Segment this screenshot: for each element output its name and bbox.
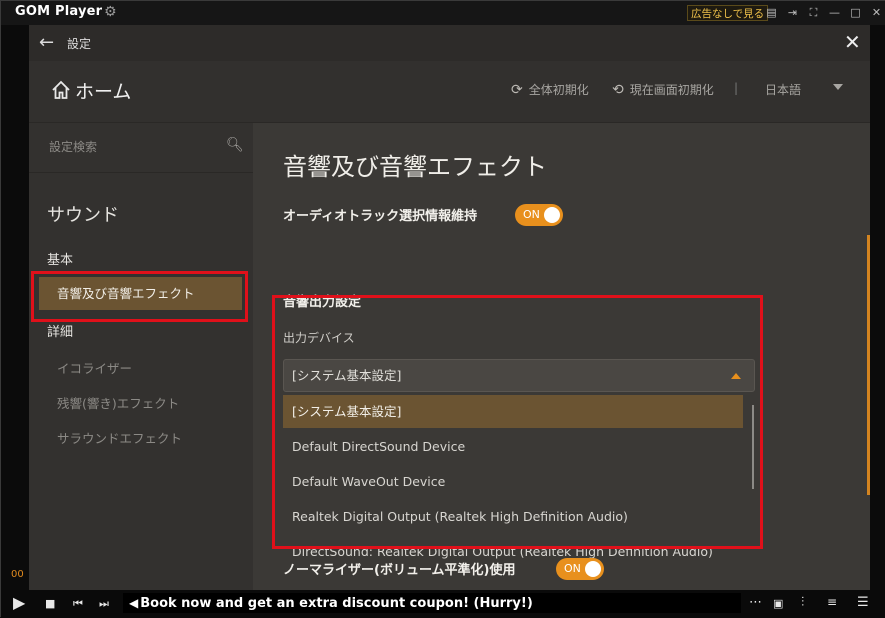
- reset-current-button[interactable]: ⟲ 現在画面初期化: [612, 81, 714, 98]
- back-arrow-icon[interactable]: ←: [39, 32, 54, 53]
- subtitle-icon[interactable]: ▣: [773, 597, 783, 610]
- sidebar-item-surround[interactable]: サラウンドエフェクト: [57, 428, 182, 447]
- page-title: 音響及び音響エフェクト: [283, 153, 547, 181]
- settings-close-icon[interactable]: ✕: [844, 30, 861, 54]
- sidebar-group-detail: 詳細: [47, 325, 74, 340]
- normalizer-toggle[interactable]: ON: [556, 558, 604, 580]
- video-area-right: [870, 25, 885, 591]
- player-titlebar: GOM Player ⚙ 広告なしで見る ▤ ⇥ ⛶ — □ ✕: [1, 1, 885, 25]
- menu-icon[interactable]: ☰: [857, 595, 869, 610]
- ticker-banner[interactable]: ◀ Book now and get an extra discount coup…: [123, 593, 741, 613]
- gear-icon[interactable]: ⚙: [104, 4, 117, 20]
- video-area-left: [1, 25, 29, 591]
- home-label[interactable]: ホーム: [75, 77, 131, 104]
- mini-mode-icon[interactable]: ▤: [761, 5, 782, 21]
- search-bar: 🔍︎: [29, 123, 253, 173]
- content-scrollbar[interactable]: [867, 235, 870, 495]
- next-icon[interactable]: ⏭: [99, 597, 109, 611]
- previous-icon[interactable]: ⏮: [73, 597, 83, 611]
- time-readout: 00: [11, 569, 24, 580]
- highlight-box-device: [272, 295, 763, 549]
- play-icon[interactable]: ▶: [13, 593, 25, 612]
- refresh-icon: ⟲: [612, 82, 624, 98]
- speaker-icon: ◀: [129, 596, 139, 610]
- settings-sidebar: 🔍︎ サウンド 基本 音響及び音響エフェクト 詳細 イコライザー 残響(響き)エ…: [29, 123, 253, 590]
- toggle-knob: [585, 561, 601, 577]
- player-logo: GOM Player: [15, 4, 103, 19]
- header-divider: |: [734, 81, 739, 95]
- toggle-knob: [544, 207, 560, 223]
- playlist-icon[interactable]: ≡: [827, 595, 837, 609]
- fullscreen-icon[interactable]: ⛶: [803, 5, 824, 21]
- search-icon[interactable]: 🔍︎: [226, 137, 244, 153]
- search-input[interactable]: [47, 137, 217, 157]
- chevron-down-icon[interactable]: [833, 84, 843, 90]
- refresh-icon: ⟳: [511, 82, 523, 98]
- normalizer-label: ノーマライザー(ボリューム平準化)使用: [283, 563, 516, 578]
- sidebar-item-equalizer[interactable]: イコライザー: [57, 358, 132, 377]
- toggle-text: ON: [564, 562, 581, 575]
- home-icon[interactable]: [50, 79, 72, 101]
- ad-free-button[interactable]: 広告なしで見る: [687, 5, 769, 21]
- sidebar-item-reverb[interactable]: 残響(響き)エフェクト: [57, 393, 179, 412]
- sidebar-group-basic: 基本: [47, 253, 74, 268]
- language-select[interactable]: 日本語: [765, 81, 801, 98]
- reset-all-button[interactable]: ⟳ 全体初期化: [511, 81, 589, 98]
- toggle-text: ON: [523, 208, 540, 221]
- highlight-box-sidebar: [31, 271, 248, 322]
- settings-topbar: ← 設定 ✕: [29, 25, 870, 61]
- close-icon[interactable]: ✕: [866, 5, 885, 21]
- gom-player-window: GOM Player ⚙ 広告なしで見る ▤ ⇥ ⛶ — □ ✕ 00 ▶ ■ …: [0, 0, 885, 618]
- equalizer-icon[interactable]: ⫶: [801, 595, 804, 610]
- more-icon[interactable]: ⋯: [749, 595, 762, 610]
- maximize-icon[interactable]: □: [845, 5, 866, 21]
- settings-title: 設定: [67, 37, 92, 51]
- audio-track-label: オーディオトラック選択情報維持: [283, 209, 478, 224]
- ticker-text: Book now and get an extra discount coupo…: [140, 596, 533, 611]
- stop-icon[interactable]: ■: [45, 597, 55, 610]
- sidebar-section-sound: サウンド: [47, 205, 119, 226]
- pip-icon[interactable]: ⇥: [782, 5, 803, 21]
- minimize-icon[interactable]: —: [824, 5, 845, 21]
- settings-header: ホーム ⟳ 全体初期化 ⟲ 現在画面初期化 | 日本語: [29, 61, 870, 123]
- audio-track-toggle[interactable]: ON: [515, 204, 563, 226]
